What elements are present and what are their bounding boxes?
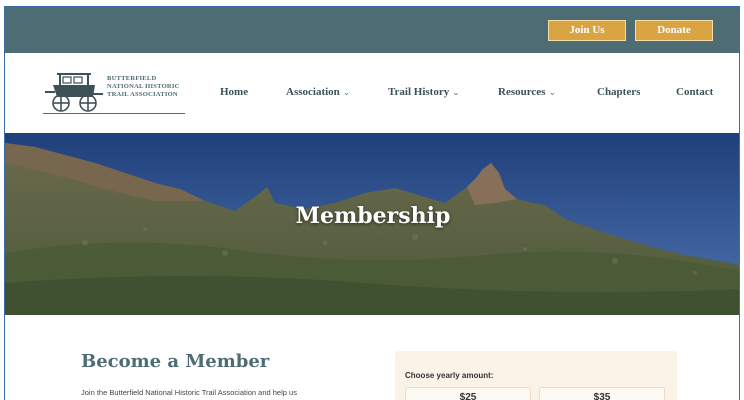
logo-line-1: BUTTERFIELD bbox=[107, 75, 157, 82]
join-us-button[interactable]: Join Us bbox=[548, 20, 626, 41]
logo-line-3: TRAIL ASSOCIATION bbox=[107, 91, 178, 98]
nav-label: Trail History bbox=[388, 86, 450, 98]
nav-label: Chapters bbox=[597, 86, 641, 98]
hero-banner: Membership bbox=[5, 133, 739, 315]
amount-label: Choose yearly amount: bbox=[405, 371, 494, 380]
nav-item-resources[interactable]: Resources ⌄ bbox=[498, 86, 556, 98]
section-heading: Become a Member bbox=[81, 351, 270, 372]
top-bar: Join Us Donate bbox=[5, 7, 739, 53]
donate-button[interactable]: Donate bbox=[635, 20, 713, 41]
nav-label: Resources bbox=[498, 86, 546, 98]
chevron-down-icon: ⌄ bbox=[342, 87, 351, 97]
amount-option-35[interactable]: $35 bbox=[539, 387, 665, 400]
membership-amount-panel: Choose yearly amount: $25 $35 bbox=[395, 351, 677, 400]
main-content: Become a Member Join the Butterfield Nat… bbox=[5, 315, 739, 400]
chevron-down-icon: ⌄ bbox=[452, 87, 460, 97]
logo-divider bbox=[43, 113, 185, 114]
intro-text: Join the Butterfield National Historic T… bbox=[81, 388, 297, 397]
nav-item-association[interactable]: Association ⌄ bbox=[286, 86, 350, 98]
amount-option-25[interactable]: $25 bbox=[405, 387, 531, 400]
nav-item-contact[interactable]: Contact bbox=[676, 86, 713, 98]
nav-item-chapters[interactable]: Chapters bbox=[597, 86, 640, 98]
nav-label: Home bbox=[220, 86, 249, 98]
nav-item-home[interactable]: Home bbox=[220, 86, 248, 98]
logo-line-2: NATIONAL HISTORIC bbox=[107, 83, 180, 90]
page-title: Membership bbox=[295, 203, 451, 229]
nav-label: Association bbox=[286, 86, 340, 98]
logo-wordmark: BUTTERFIELD NATIONAL HISTORIC TRAIL ASSO… bbox=[107, 75, 180, 99]
page-frame: Join Us Donate BUTTERFIELD NATIONAL HIST… bbox=[4, 6, 740, 400]
site-header: BUTTERFIELD NATIONAL HISTORIC TRAIL ASSO… bbox=[5, 53, 739, 133]
site-logo[interactable]: BUTTERFIELD NATIONAL HISTORIC TRAIL ASSO… bbox=[41, 69, 187, 121]
nav-label: Contact bbox=[676, 86, 714, 98]
stagecoach-icon bbox=[45, 73, 103, 112]
nav-item-trail-history[interactable]: Trail History ⌄ bbox=[388, 86, 460, 98]
chevron-down-icon: ⌄ bbox=[548, 87, 557, 97]
